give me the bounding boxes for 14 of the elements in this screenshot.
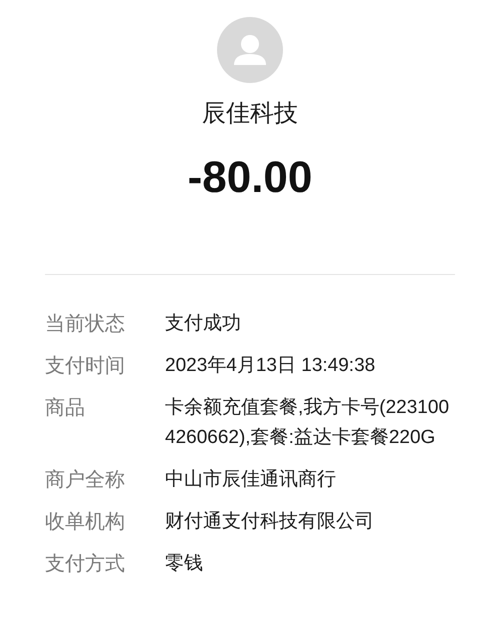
detail-value: 2023年4月13日 13:49:38 <box>165 354 376 378</box>
detail-label: 支付方式 <box>45 552 126 577</box>
detail-label: 支付时间 <box>45 354 126 379</box>
detail-label: 商品 <box>45 396 86 421</box>
detail-value: 支付成功 <box>165 312 242 336</box>
detail-value: 财付通支付科技有限公司 <box>165 510 375 534</box>
detail-value: 卡余额充值套餐,我方卡号(2231004260662),套餐:益达卡套餐220G <box>165 396 450 450</box>
detail-label: 收单机构 <box>45 510 126 535</box>
detail-label: 当前状态 <box>45 312 126 337</box>
merchant-name: 辰佳科技 <box>202 99 298 129</box>
payment-amount: -80.00 <box>188 152 312 204</box>
detail-value: 中山市辰佳通讯商行 <box>165 468 337 492</box>
detail-label: 商户全称 <box>45 468 126 493</box>
detail-value: 零钱 <box>165 552 204 576</box>
